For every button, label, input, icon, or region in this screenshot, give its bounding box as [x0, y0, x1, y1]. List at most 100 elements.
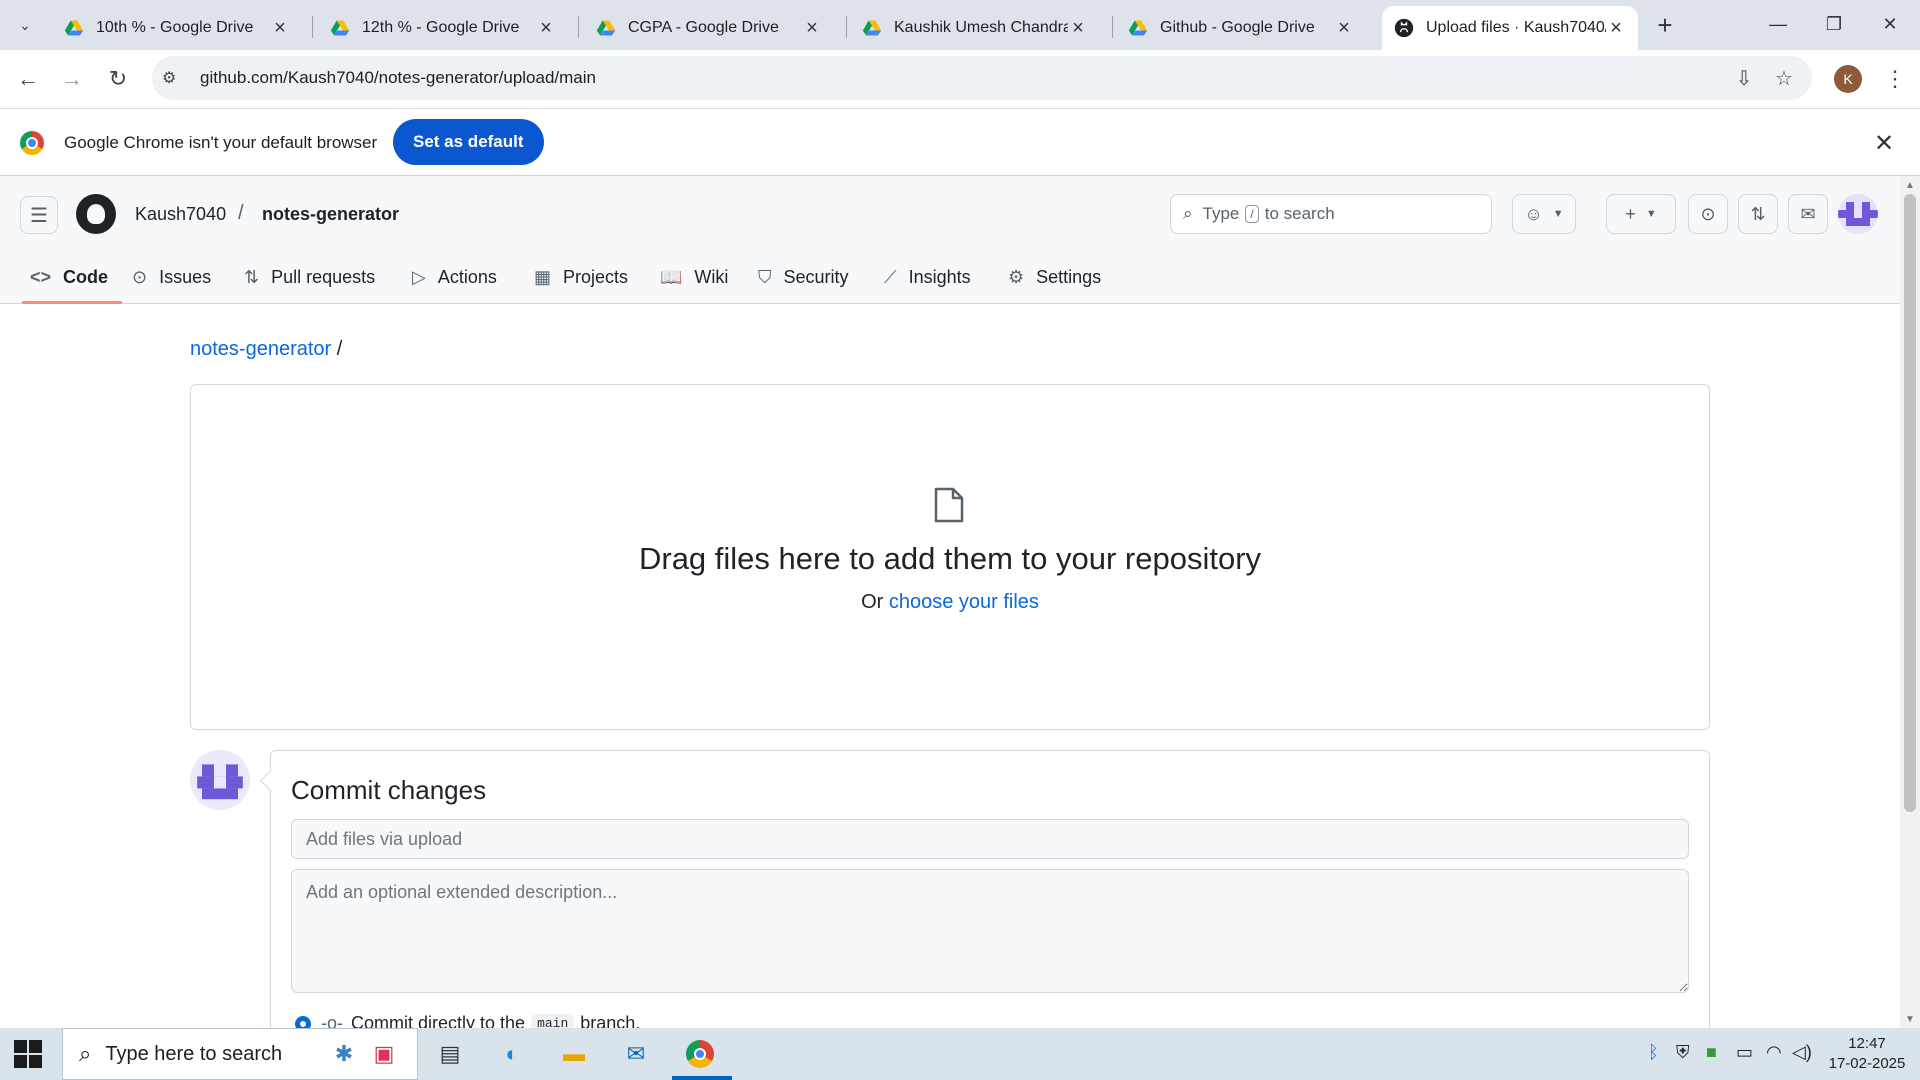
back-icon[interactable]: ←: [10, 61, 46, 97]
browser-tab-1[interactable]: 10th % - Google Drive ×: [52, 6, 302, 50]
tab-title: 12th % - Google Drive: [362, 19, 520, 36]
github-header: ☰ Kaush7040 / notes-generator ⌕ Type / t…: [0, 176, 1900, 304]
close-tab-icon[interactable]: ×: [1606, 17, 1626, 40]
chevron-down-icon: ⌄: [19, 16, 31, 33]
tab-projects[interactable]: ▦ Projects: [534, 250, 628, 304]
chrome-menu-icon[interactable]: ⋮: [1880, 61, 1910, 97]
user-avatar[interactable]: [1838, 194, 1878, 234]
drop-zone-subtitle: Or choose your files: [861, 591, 1039, 613]
battery-icon[interactable]: ▭: [1736, 1042, 1753, 1063]
search-icon: ⌕: [1183, 204, 1193, 223]
bookmark-star-icon[interactable]: ☆: [1766, 56, 1802, 100]
bluetooth-icon[interactable]: ᛒ: [1648, 1042, 1659, 1063]
breadcrumb-separator: /: [238, 202, 244, 224]
tab-wiki[interactable]: 📖 Wiki: [660, 250, 728, 304]
chevron-down-icon: ▼: [1645, 208, 1657, 220]
close-tab-icon[interactable]: ×: [802, 17, 822, 40]
security-shield-icon[interactable]: ⛨: [1676, 1042, 1690, 1063]
volume-icon[interactable]: ◁): [1792, 1042, 1812, 1063]
pull-requests-icon[interactable]: ⇅: [1738, 194, 1778, 234]
file-drop-zone[interactable]: Drag files here to add them to your repo…: [190, 384, 1710, 730]
new-tab-icon[interactable]: +: [1650, 10, 1680, 40]
file-explorer-icon[interactable]: ▬: [556, 1036, 592, 1072]
wifi-icon[interactable]: ◠: [1766, 1042, 1782, 1063]
nvidia-icon[interactable]: ■: [1706, 1042, 1717, 1063]
repo-owner-link[interactable]: Kaush7040: [135, 204, 226, 225]
minimize-icon[interactable]: —: [1758, 8, 1798, 40]
url-text[interactable]: github.com/Kaush7040/notes-generator/upl…: [200, 68, 596, 88]
close-tab-icon[interactable]: ×: [536, 17, 556, 40]
breadcrumb: notes-generator /: [190, 338, 342, 361]
browser-tab-5[interactable]: Github - Google Drive ×: [1116, 6, 1366, 50]
hamburger-menu-icon[interactable]: ☰: [20, 196, 58, 234]
identicon-icon: [1838, 202, 1878, 226]
install-app-icon[interactable]: ⇩: [1726, 56, 1762, 100]
windows-start-icon[interactable]: [14, 1040, 42, 1068]
widget-icon[interactable]: ✱: [326, 1036, 362, 1072]
edge-browser-icon[interactable]: ◐: [494, 1036, 530, 1072]
scrollbar-thumb[interactable]: [1904, 194, 1916, 812]
keyboard-shortcut-key: /: [1245, 205, 1259, 223]
file-icon: [934, 487, 964, 523]
forward-icon[interactable]: →: [54, 61, 90, 97]
scroll-up-icon[interactable]: ▲: [1904, 180, 1916, 191]
committer-avatar: [190, 750, 250, 810]
code-icon: <>: [30, 266, 52, 287]
copilot-icon: ☺: [1524, 203, 1543, 224]
profile-avatar[interactable]: K: [1834, 65, 1862, 93]
close-tab-icon[interactable]: ×: [270, 17, 290, 40]
tab-search-button[interactable]: ⌄: [8, 10, 42, 40]
tab-issues[interactable]: ⊙ Issues: [132, 250, 211, 304]
task-view-icon[interactable]: ▤: [432, 1036, 468, 1072]
reload-icon[interactable]: ↻: [100, 61, 136, 97]
browser-tab-4[interactable]: Kaushik Umesh Chandra - Google Drive ×: [850, 6, 1100, 50]
breadcrumb-repo-link[interactable]: notes-generator: [190, 338, 331, 360]
repo-name-link[interactable]: notes-generator: [262, 204, 399, 225]
issues-icon[interactable]: ⊙: [1688, 194, 1728, 234]
tab-security[interactable]: ⛉ Security: [758, 250, 849, 304]
taskbar-clock[interactable]: 12:47 17-02-2025: [1820, 1034, 1914, 1074]
choose-files-link[interactable]: choose your files: [889, 591, 1039, 613]
github-search-input[interactable]: ⌕ Type / to search: [1170, 194, 1492, 234]
outlook-icon[interactable]: ✉: [618, 1036, 654, 1072]
browser-tab-2[interactable]: 12th % - Google Drive ×: [318, 6, 568, 50]
browser-tab-6-active[interactable]: Upload files · Kaush7040/notes-generator…: [1382, 6, 1638, 50]
browser-tab-3[interactable]: CGPA - Google Drive ×: [584, 6, 834, 50]
copilot-button[interactable]: ☺ ▼: [1512, 194, 1576, 234]
site-info-icon[interactable]: ⚙: [162, 68, 186, 88]
close-tab-icon[interactable]: ×: [1068, 17, 1088, 40]
chrome-taskbar-icon[interactable]: [682, 1036, 718, 1072]
widget-image-icon[interactable]: ▣: [366, 1036, 402, 1072]
tab-insights[interactable]: ⟋ Insights: [884, 250, 971, 304]
google-drive-icon: [1128, 20, 1148, 36]
close-window-icon[interactable]: ✕: [1870, 8, 1910, 40]
play-icon: ▷: [412, 266, 426, 287]
tab-pull-requests[interactable]: ⇅ Pull requests: [244, 250, 375, 304]
graph-icon: ⟋: [884, 266, 897, 287]
inbox-icon[interactable]: ✉: [1788, 194, 1828, 234]
shield-icon: ⛉: [758, 266, 772, 287]
tab-title: Upload files · Kaush7040/notes-generator: [1426, 19, 1606, 36]
google-drive-icon: [596, 20, 616, 36]
identicon-icon: [197, 764, 243, 800]
tab-settings[interactable]: ⚙ Settings: [1008, 250, 1101, 304]
set-as-default-button[interactable]: Set as default: [393, 119, 544, 165]
address-bar[interactable]: ⚙ github.com/Kaush7040/notes-generator/u…: [152, 56, 1812, 100]
close-icon[interactable]: ✕: [1874, 129, 1894, 158]
tab-actions[interactable]: ▷ Actions: [412, 250, 497, 304]
close-tab-icon[interactable]: ×: [1334, 17, 1354, 40]
scroll-down-icon[interactable]: ▼: [1904, 1014, 1916, 1025]
commit-form: Commit changes -o- Commit directly to th…: [270, 750, 1710, 1050]
tab-code[interactable]: <> Code: [21, 250, 123, 304]
commit-summary-input[interactable]: [291, 819, 1689, 859]
tab-title: Kaushik Umesh Chandra - Google Drive: [894, 19, 1068, 36]
chrome-logo-icon: [20, 131, 44, 155]
restore-icon[interactable]: ❐: [1814, 8, 1854, 40]
taskbar-search-box[interactable]: ⌕ Type here to search: [62, 1028, 418, 1080]
create-new-button[interactable]: + ▼: [1606, 194, 1676, 234]
commit-description-field[interactable]: [291, 869, 1689, 993]
github-logo-icon[interactable]: [76, 194, 116, 234]
google-drive-icon: [64, 20, 84, 36]
clock-time: 12:47: [1848, 1035, 1886, 1052]
book-icon: 📖: [660, 266, 683, 287]
